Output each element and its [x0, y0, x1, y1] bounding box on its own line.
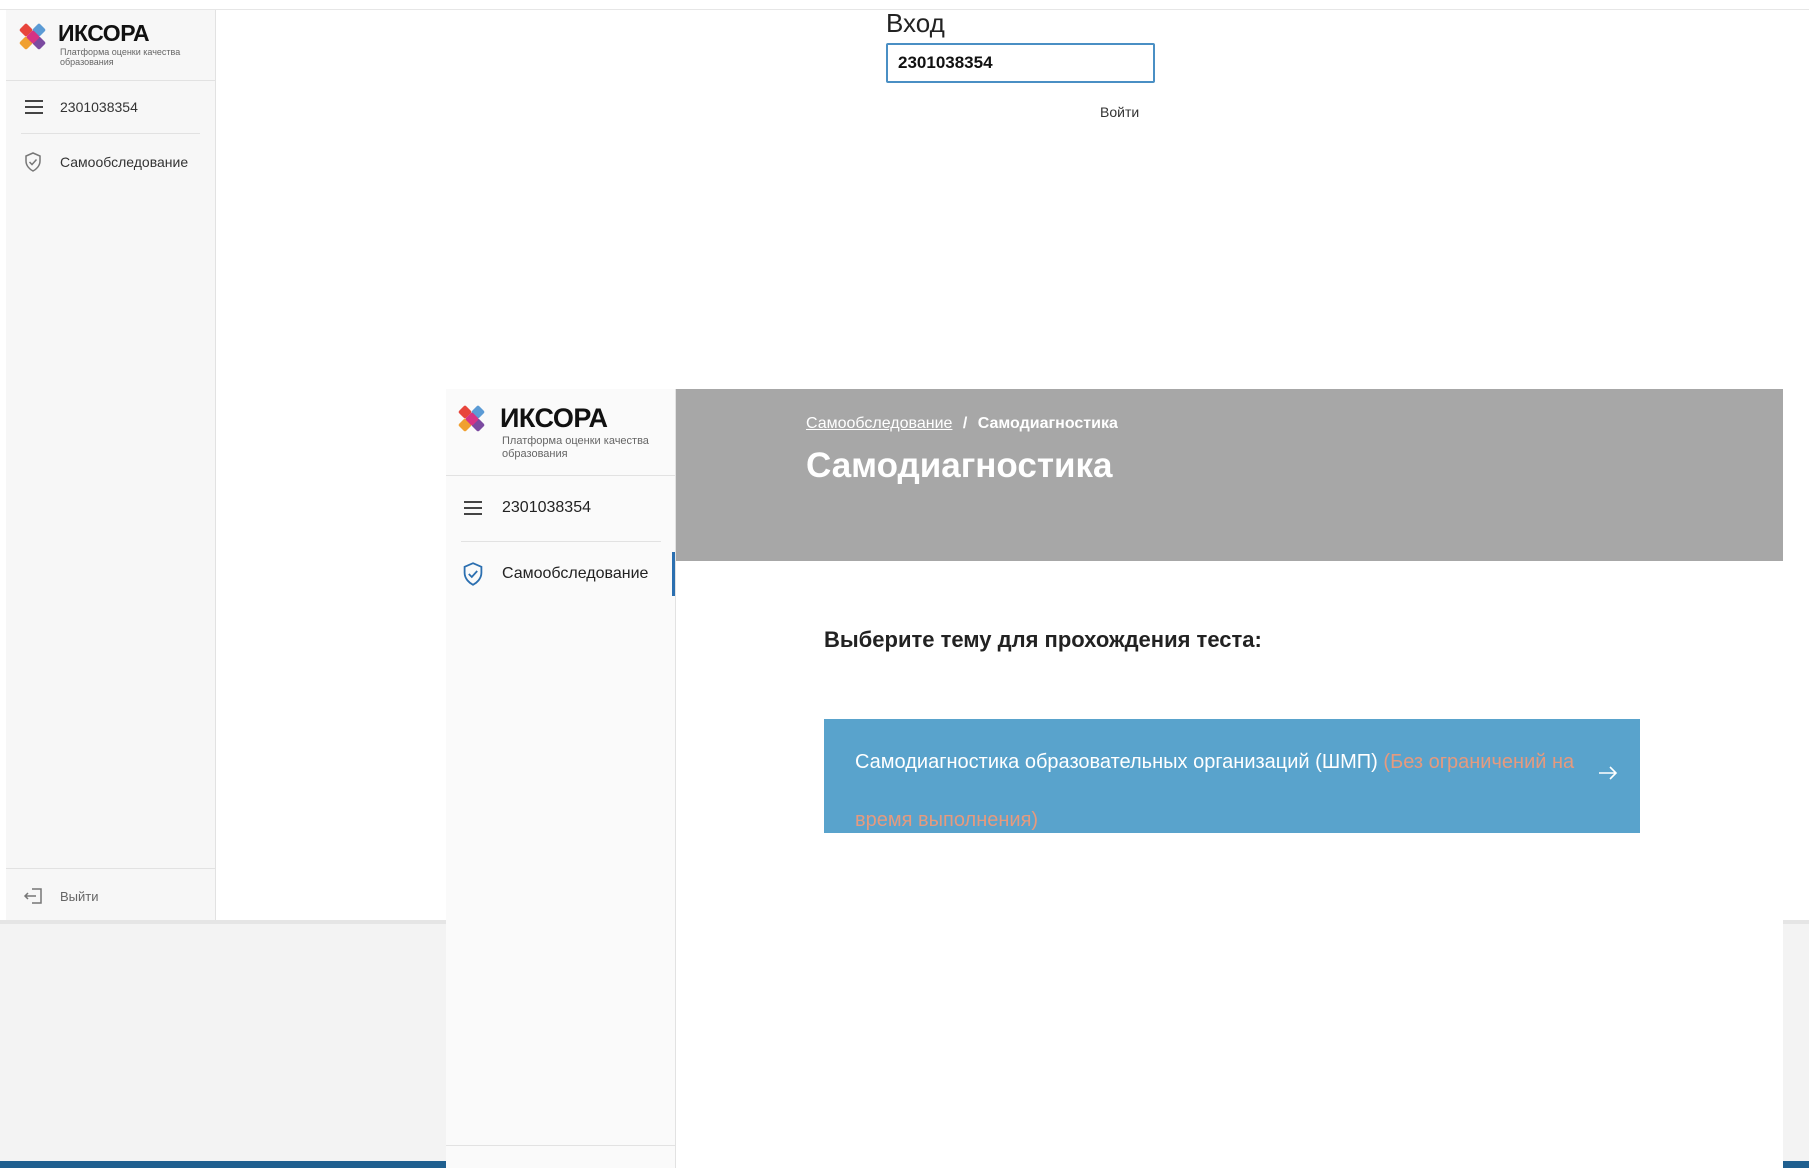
logo-title: ИКСОРА — [58, 20, 150, 46]
test-topic-prompt: Выберите тему для прохождения теста: — [824, 627, 1262, 652]
fg-sidebar-item-account[interactable]: 2301038354 — [446, 486, 661, 530]
sidebar-account-number: 2301038354 — [502, 499, 591, 516]
shield-icon — [462, 562, 484, 586]
breadcrumb: Самообследование / Самодиагностика — [806, 415, 1118, 433]
taskbar-strip-right — [1783, 1161, 1809, 1168]
sidebar-divider — [6, 868, 215, 869]
shield-icon — [24, 152, 42, 172]
sidebar-item-label: Самообследование — [502, 565, 649, 582]
active-nav-indicator — [672, 552, 675, 596]
page-title: Самодиагностика — [806, 446, 1113, 485]
taskbar-strip-left — [0, 1161, 446, 1168]
breadcrumb-current: Самодиагностика — [977, 415, 1118, 432]
bg-logout-button[interactable]: Выйти — [6, 878, 201, 914]
sidebar-item-label: Самообследование — [60, 154, 189, 170]
logo-tagline: Платформа оценки качества образования — [60, 47, 220, 68]
menu-icon — [464, 501, 482, 515]
logout-icon — [23, 887, 43, 910]
logo-icon — [457, 404, 486, 433]
logo-tagline: Платформа оценки качества образования — [502, 435, 672, 460]
bg-sidebar-item-account[interactable]: 2301038354 — [6, 90, 201, 126]
login-submit-button[interactable]: Войти — [1100, 104, 1139, 120]
logo-tagline-line2: образования — [502, 447, 568, 460]
breadcrumb-separator: / — [962, 415, 968, 432]
fg-sidebar-item-self-examination[interactable]: Самообследование — [446, 552, 672, 596]
sidebar-divider — [446, 1145, 675, 1146]
sidebar-divider — [21, 133, 200, 134]
test-card-title: Самодиагностика образовательных организа… — [855, 751, 1378, 773]
test-topic-card[interactable]: Самодиагностика образовательных организа… — [824, 719, 1640, 833]
breadcrumb-link-self-examination[interactable]: Самообследование — [806, 415, 952, 432]
logo-tagline-line2: образования — [60, 57, 114, 68]
test-card-text: Самодиагностика образовательных организа… — [855, 733, 1575, 849]
sidebar-account-number: 2301038354 — [60, 99, 138, 115]
logo-icon — [18, 22, 47, 51]
logo-tagline-line1: Платформа оценки качества — [60, 47, 181, 57]
arrow-right-icon — [1598, 765, 1618, 786]
login-input[interactable] — [886, 43, 1155, 83]
sidebar-divider — [461, 541, 661, 542]
logo-tagline-line1: Платформа оценки качества — [502, 435, 649, 447]
login-title: Вход — [886, 8, 945, 38]
logo-title: ИКСОРА — [500, 403, 608, 433]
sidebar-divider — [6, 80, 215, 81]
menu-icon — [25, 100, 43, 114]
bg-sidebar-item-self-examination[interactable]: Самообследование — [6, 144, 201, 180]
sidebar-divider — [446, 475, 675, 476]
logout-label: Выйти — [60, 889, 99, 904]
